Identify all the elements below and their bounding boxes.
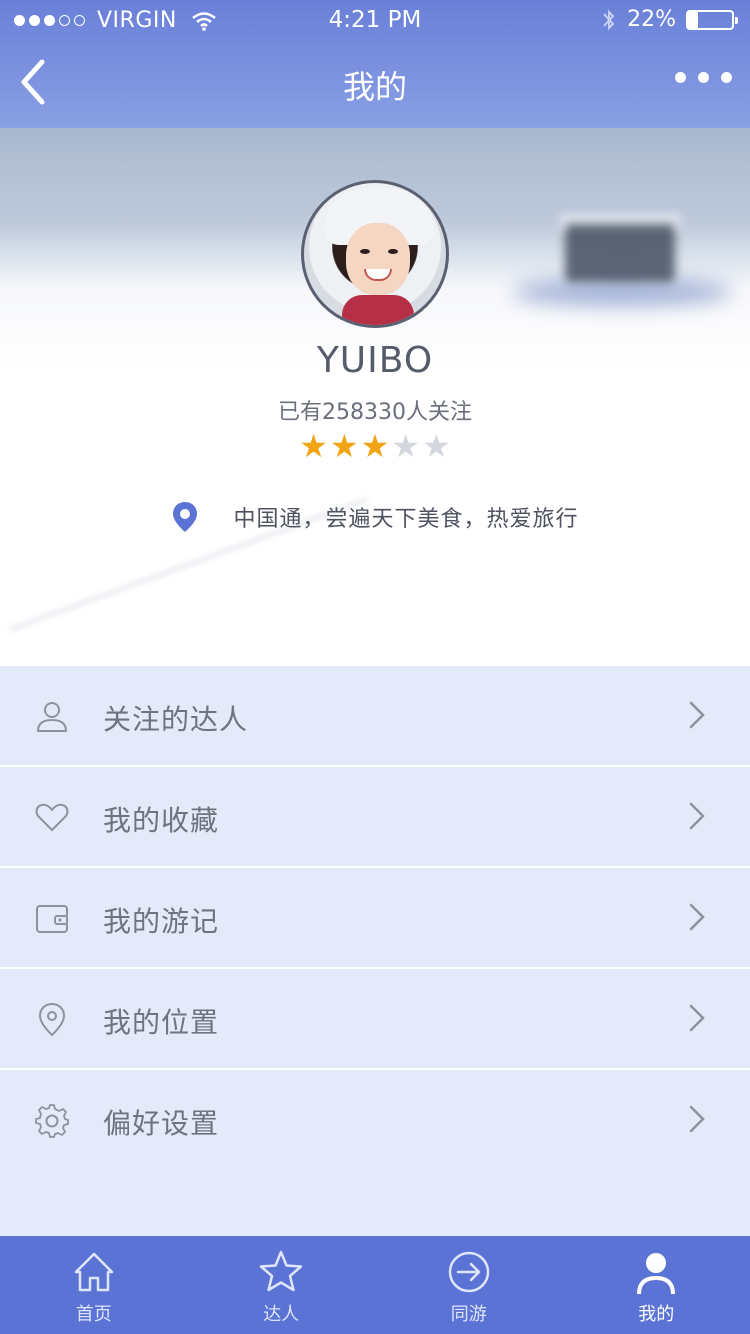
status-bar: VIRGIN 4:21 PM 22% [0,0,750,40]
tab-label: 达人 [263,1304,300,1325]
hero-background-decoration [512,278,732,306]
star-filled-icon: ★ [360,427,390,465]
menu-item-favorites[interactable]: 我的收藏 [0,767,750,868]
battery-fill [688,11,698,28]
tab-me[interactable]: 我的 [563,1236,750,1334]
battery-percent: 22% [627,7,676,32]
menu-item-followed-experts[interactable]: 关注的达人 [0,666,750,767]
avatar[interactable] [301,180,449,328]
tab-label: 同游 [450,1304,487,1325]
menu-item-preferences[interactable]: 偏好设置 [0,1070,750,1171]
menu-list: 关注的达人 我的收藏 我的游记 我的位置 偏好设置 [0,666,750,1171]
bluetooth-icon [603,9,615,30]
tab-companions[interactable]: 同游 [375,1236,563,1334]
chevron-right-icon [689,1105,705,1133]
chevron-right-icon [689,1004,705,1032]
page-title: 我的 [342,68,407,106]
menu-item-my-location[interactable]: 我的位置 [0,969,750,1070]
chevron-right-icon [689,903,705,931]
ellipsis-icon [675,72,686,83]
nav-bar: 我的 [0,40,750,128]
back-button[interactable] [14,56,54,108]
home-icon [74,1252,113,1292]
followers-count: 已有258330人关注 [278,400,472,425]
status-right: 22% [601,7,738,32]
menu-item-label: 关注的达人 [103,703,249,736]
hero-background-decoration [565,224,675,282]
menu-item-label: 偏好设置 [103,1107,220,1140]
chevron-left-icon [21,59,45,105]
user-icon [637,1253,676,1294]
arrow-circle-icon [448,1251,489,1293]
menu-item-label: 我的游记 [103,905,220,938]
rating-stars: ★ ★ ★ ★ ★ [0,428,750,464]
menu-item-label: 我的收藏 [103,804,220,837]
more-button[interactable] [675,72,732,83]
bio: 中国通，尝遍天下美食，热爱旅行 [0,500,750,534]
location-pin-icon [173,502,198,532]
star-empty-icon: ★ [391,427,421,465]
header: VIRGIN 4:21 PM 22% 我的 [0,0,750,128]
menu-item-travel-notes[interactable]: 我的游记 [0,868,750,969]
chevron-right-icon [689,802,705,830]
gear-icon [35,1104,69,1138]
tab-home[interactable]: 首页 [0,1236,188,1334]
menu-footer-space [0,1168,750,1236]
location-pin-icon [38,1002,66,1037]
profile-hero: YUIBO 已有258330人关注 ★ ★ ★ ★ ★ 中国通，尝遍天下美食，热爱旅行 [0,128,750,666]
tab-label: 首页 [75,1304,112,1325]
battery-icon [686,9,738,30]
tab-label: 我的 [638,1304,675,1325]
menu-item-label: 我的位置 [103,1006,220,1039]
chevron-right-icon [689,701,705,729]
profile-screen: VIRGIN 4:21 PM 22% 我的 YUIBO 已有258330人关注 … [0,0,750,1334]
tab-bar: 首页 达人 同游 我的 [0,1236,750,1334]
star-filled-icon: ★ [329,427,359,465]
wallet-icon [36,905,68,933]
heart-icon [35,803,69,831]
tab-experts[interactable]: 达人 [188,1236,376,1334]
star-empty-icon: ★ [422,427,451,465]
bio-text: 中国通，尝遍天下美食，热爱旅行 [233,507,579,532]
username: YUIBO [316,340,434,381]
person-icon [37,702,67,732]
star-icon [260,1250,303,1292]
star-filled-icon: ★ [299,427,328,465]
